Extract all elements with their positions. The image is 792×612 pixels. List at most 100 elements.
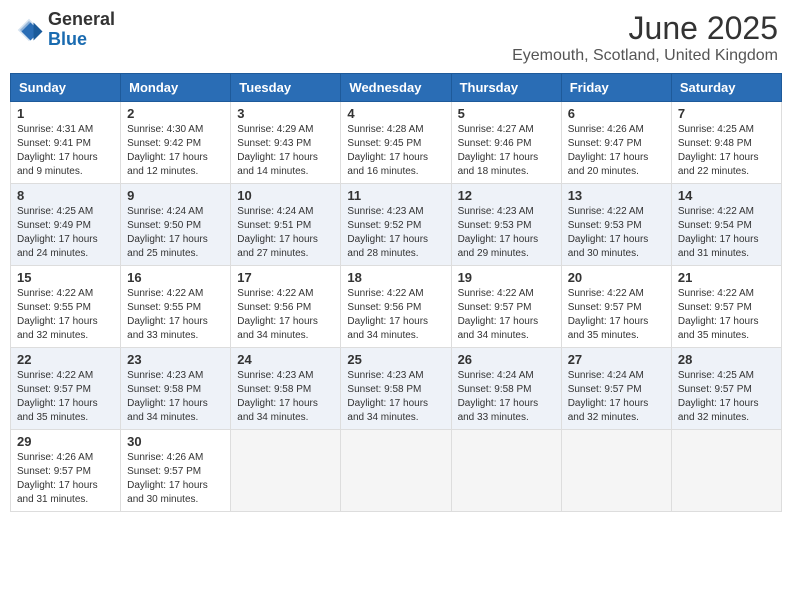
day-info: Sunrise: 4:22 AMSunset: 9:57 PMDaylight:…	[458, 287, 555, 343]
day-info: Sunrise: 4:24 AMSunset: 9:57 PMDaylight:…	[568, 369, 665, 425]
table-row: 4 Sunrise: 4:28 AMSunset: 9:45 PMDayligh…	[341, 102, 451, 184]
table-row	[341, 430, 451, 512]
table-row: 15 Sunrise: 4:22 AMSunset: 9:55 PMDaylig…	[11, 266, 121, 348]
day-number: 4	[347, 106, 444, 121]
day-number: 26	[458, 352, 555, 367]
calendar-week-row: 22 Sunrise: 4:22 AMSunset: 9:57 PMDaylig…	[11, 348, 782, 430]
day-info: Sunrise: 4:22 AMSunset: 9:57 PMDaylight:…	[17, 369, 114, 425]
location-title: Eyemouth, Scotland, United Kingdom	[512, 47, 778, 65]
table-row	[561, 430, 671, 512]
table-row: 28 Sunrise: 4:25 AMSunset: 9:57 PMDaylig…	[671, 348, 781, 430]
table-row: 27 Sunrise: 4:24 AMSunset: 9:57 PMDaylig…	[561, 348, 671, 430]
day-info: Sunrise: 4:22 AMSunset: 9:56 PMDaylight:…	[237, 287, 334, 343]
table-row: 2 Sunrise: 4:30 AMSunset: 9:42 PMDayligh…	[121, 102, 231, 184]
day-number: 8	[17, 188, 114, 203]
day-number: 21	[678, 270, 775, 285]
day-info: Sunrise: 4:22 AMSunset: 9:57 PMDaylight:…	[678, 287, 775, 343]
day-number: 6	[568, 106, 665, 121]
col-friday: Friday	[561, 74, 671, 102]
day-info: Sunrise: 4:22 AMSunset: 9:57 PMDaylight:…	[568, 287, 665, 343]
day-number: 11	[347, 188, 444, 203]
table-row: 20 Sunrise: 4:22 AMSunset: 9:57 PMDaylig…	[561, 266, 671, 348]
col-wednesday: Wednesday	[341, 74, 451, 102]
table-row: 19 Sunrise: 4:22 AMSunset: 9:57 PMDaylig…	[451, 266, 561, 348]
table-row: 11 Sunrise: 4:23 AMSunset: 9:52 PMDaylig…	[341, 184, 451, 266]
logo-blue-text: Blue	[48, 29, 87, 49]
day-number: 14	[678, 188, 775, 203]
table-row: 25 Sunrise: 4:23 AMSunset: 9:58 PMDaylig…	[341, 348, 451, 430]
day-info: Sunrise: 4:30 AMSunset: 9:42 PMDaylight:…	[127, 123, 224, 179]
day-info: Sunrise: 4:25 AMSunset: 9:49 PMDaylight:…	[17, 205, 114, 261]
day-info: Sunrise: 4:24 AMSunset: 9:50 PMDaylight:…	[127, 205, 224, 261]
table-row: 8 Sunrise: 4:25 AMSunset: 9:49 PMDayligh…	[11, 184, 121, 266]
table-row: 22 Sunrise: 4:22 AMSunset: 9:57 PMDaylig…	[11, 348, 121, 430]
table-row: 9 Sunrise: 4:24 AMSunset: 9:50 PMDayligh…	[121, 184, 231, 266]
col-tuesday: Tuesday	[231, 74, 341, 102]
table-row: 13 Sunrise: 4:22 AMSunset: 9:53 PMDaylig…	[561, 184, 671, 266]
day-info: Sunrise: 4:23 AMSunset: 9:52 PMDaylight:…	[347, 205, 444, 261]
calendar-table: Sunday Monday Tuesday Wednesday Thursday…	[10, 73, 782, 512]
table-row: 10 Sunrise: 4:24 AMSunset: 9:51 PMDaylig…	[231, 184, 341, 266]
table-row: 29 Sunrise: 4:26 AMSunset: 9:57 PMDaylig…	[11, 430, 121, 512]
table-row: 12 Sunrise: 4:23 AMSunset: 9:53 PMDaylig…	[451, 184, 561, 266]
day-info: Sunrise: 4:22 AMSunset: 9:53 PMDaylight:…	[568, 205, 665, 261]
day-info: Sunrise: 4:22 AMSunset: 9:55 PMDaylight:…	[127, 287, 224, 343]
day-info: Sunrise: 4:23 AMSunset: 9:58 PMDaylight:…	[347, 369, 444, 425]
table-row: 6 Sunrise: 4:26 AMSunset: 9:47 PMDayligh…	[561, 102, 671, 184]
logo-general-text: General	[48, 9, 115, 29]
calendar-week-row: 1 Sunrise: 4:31 AMSunset: 9:41 PMDayligh…	[11, 102, 782, 184]
day-number: 24	[237, 352, 334, 367]
table-row: 30 Sunrise: 4:26 AMSunset: 9:57 PMDaylig…	[121, 430, 231, 512]
logo: General Blue	[14, 10, 115, 50]
table-row: 18 Sunrise: 4:22 AMSunset: 9:56 PMDaylig…	[341, 266, 451, 348]
logo-icon	[14, 15, 44, 45]
day-number: 28	[678, 352, 775, 367]
table-row: 24 Sunrise: 4:23 AMSunset: 9:58 PMDaylig…	[231, 348, 341, 430]
table-row	[671, 430, 781, 512]
day-info: Sunrise: 4:22 AMSunset: 9:55 PMDaylight:…	[17, 287, 114, 343]
table-row: 1 Sunrise: 4:31 AMSunset: 9:41 PMDayligh…	[11, 102, 121, 184]
day-number: 17	[237, 270, 334, 285]
calendar-week-row: 29 Sunrise: 4:26 AMSunset: 9:57 PMDaylig…	[11, 430, 782, 512]
day-info: Sunrise: 4:22 AMSunset: 9:56 PMDaylight:…	[347, 287, 444, 343]
table-row: 21 Sunrise: 4:22 AMSunset: 9:57 PMDaylig…	[671, 266, 781, 348]
day-number: 2	[127, 106, 224, 121]
day-info: Sunrise: 4:25 AMSunset: 9:57 PMDaylight:…	[678, 369, 775, 425]
title-area: June 2025 Eyemouth, Scotland, United Kin…	[512, 10, 778, 65]
day-info: Sunrise: 4:28 AMSunset: 9:45 PMDaylight:…	[347, 123, 444, 179]
day-number: 27	[568, 352, 665, 367]
day-info: Sunrise: 4:27 AMSunset: 9:46 PMDaylight:…	[458, 123, 555, 179]
day-number: 13	[568, 188, 665, 203]
col-monday: Monday	[121, 74, 231, 102]
table-row: 14 Sunrise: 4:22 AMSunset: 9:54 PMDaylig…	[671, 184, 781, 266]
day-number: 12	[458, 188, 555, 203]
day-info: Sunrise: 4:24 AMSunset: 9:51 PMDaylight:…	[237, 205, 334, 261]
day-number: 1	[17, 106, 114, 121]
day-info: Sunrise: 4:22 AMSunset: 9:54 PMDaylight:…	[678, 205, 775, 261]
day-info: Sunrise: 4:23 AMSunset: 9:58 PMDaylight:…	[237, 369, 334, 425]
day-info: Sunrise: 4:23 AMSunset: 9:53 PMDaylight:…	[458, 205, 555, 261]
calendar-week-row: 15 Sunrise: 4:22 AMSunset: 9:55 PMDaylig…	[11, 266, 782, 348]
day-info: Sunrise: 4:26 AMSunset: 9:57 PMDaylight:…	[17, 451, 114, 507]
table-row: 7 Sunrise: 4:25 AMSunset: 9:48 PMDayligh…	[671, 102, 781, 184]
day-info: Sunrise: 4:23 AMSunset: 9:58 PMDaylight:…	[127, 369, 224, 425]
table-row: 26 Sunrise: 4:24 AMSunset: 9:58 PMDaylig…	[451, 348, 561, 430]
day-info: Sunrise: 4:31 AMSunset: 9:41 PMDaylight:…	[17, 123, 114, 179]
month-title: June 2025	[512, 10, 778, 47]
day-number: 20	[568, 270, 665, 285]
day-number: 23	[127, 352, 224, 367]
day-number: 10	[237, 188, 334, 203]
calendar-header-row: Sunday Monday Tuesday Wednesday Thursday…	[11, 74, 782, 102]
table-row: 17 Sunrise: 4:22 AMSunset: 9:56 PMDaylig…	[231, 266, 341, 348]
table-row	[451, 430, 561, 512]
table-row: 16 Sunrise: 4:22 AMSunset: 9:55 PMDaylig…	[121, 266, 231, 348]
col-sunday: Sunday	[11, 74, 121, 102]
day-info: Sunrise: 4:26 AMSunset: 9:57 PMDaylight:…	[127, 451, 224, 507]
day-number: 18	[347, 270, 444, 285]
day-number: 5	[458, 106, 555, 121]
day-number: 30	[127, 434, 224, 449]
header: General Blue June 2025 Eyemouth, Scotlan…	[10, 10, 782, 65]
table-row: 3 Sunrise: 4:29 AMSunset: 9:43 PMDayligh…	[231, 102, 341, 184]
col-saturday: Saturday	[671, 74, 781, 102]
col-thursday: Thursday	[451, 74, 561, 102]
